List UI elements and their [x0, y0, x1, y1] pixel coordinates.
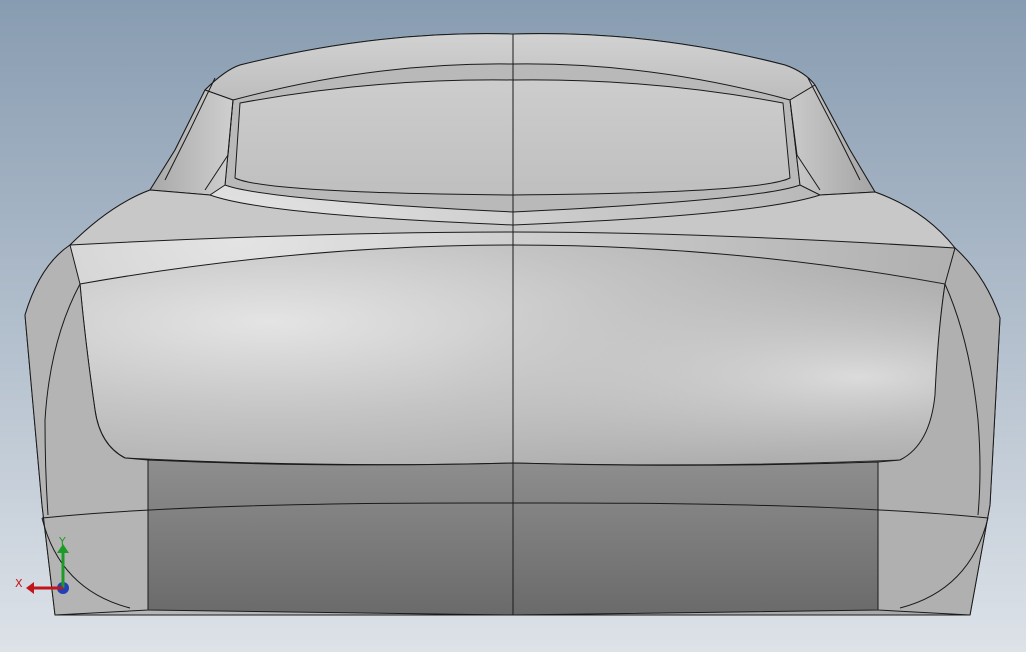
model-canvas[interactable]: Y X: [0, 0, 1026, 652]
x-axis-label: X: [15, 577, 23, 590]
y-axis-label: Y: [58, 535, 66, 548]
graphics-viewport[interactable]: Y X: [0, 0, 1026, 652]
